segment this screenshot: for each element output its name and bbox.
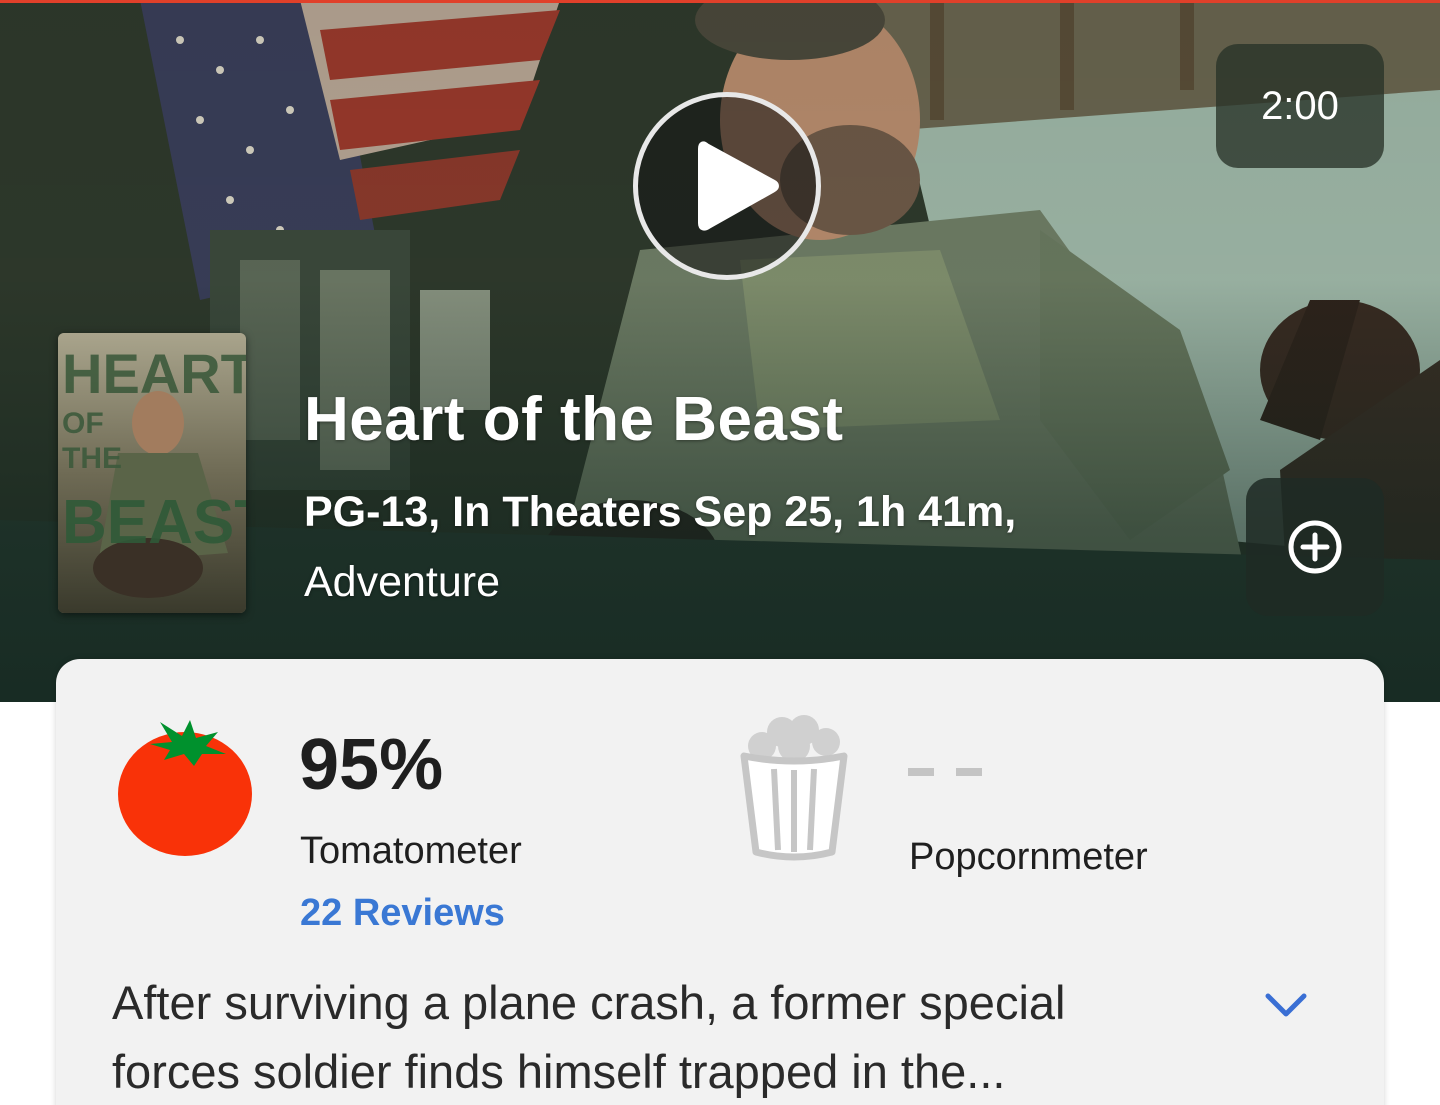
add-to-watchlist-button[interactable]	[1246, 478, 1384, 616]
poster-title-word-4: BEAST	[62, 488, 246, 557]
hero-trailer[interactable]: 2:00 HEART OF THE BEAS Heart of the Beas…	[0, 0, 1440, 702]
reviews-count-link[interactable]: 22 Reviews	[300, 892, 505, 935]
play-icon	[698, 141, 779, 231]
poster-image: HEART OF THE BEAST	[58, 333, 246, 613]
chevron-down-icon[interactable]	[1262, 988, 1310, 1024]
popcornmeter-empty-dash	[908, 768, 934, 776]
poster-title-word-2: OF	[62, 407, 104, 440]
tomatometer-label: Tomatometer	[300, 830, 522, 872]
top-accent-line	[0, 0, 1440, 3]
poster-title-word-3: THE	[62, 442, 122, 475]
movie-poster[interactable]: HEART OF THE BEAST	[58, 333, 246, 613]
tomato-icon	[118, 720, 252, 856]
movie-genre: Adventure	[304, 558, 501, 606]
play-trailer-button[interactable]	[633, 92, 821, 280]
popcornmeter-label: Popcornmeter	[909, 836, 1148, 878]
popcornmeter-empty-dash	[956, 768, 982, 776]
popcorn-bucket-icon	[740, 715, 848, 861]
movie-title: Heart of the Beast	[304, 385, 844, 454]
synopsis-line: After surviving a plane crash, a former …	[112, 976, 1066, 1029]
add-circle-icon	[1288, 520, 1342, 574]
poster-title-word-1: HEART	[62, 342, 246, 405]
trailer-duration-badge: 2:00	[1216, 44, 1384, 168]
movie-rating-release-runtime: PG-13, In Theaters Sep 25, 1h 41m,	[304, 488, 1017, 536]
synopsis-line: forces soldier finds himself trapped in …	[112, 1045, 1006, 1098]
movie-page: 2:00 HEART OF THE BEAS Heart of the Beas…	[0, 0, 1440, 1105]
movie-synopsis[interactable]: After surviving a plane crash, a former …	[112, 968, 1222, 1105]
tomatometer-score: 95%	[299, 725, 444, 805]
popcornmeter-score: - -	[906, 760, 986, 761]
